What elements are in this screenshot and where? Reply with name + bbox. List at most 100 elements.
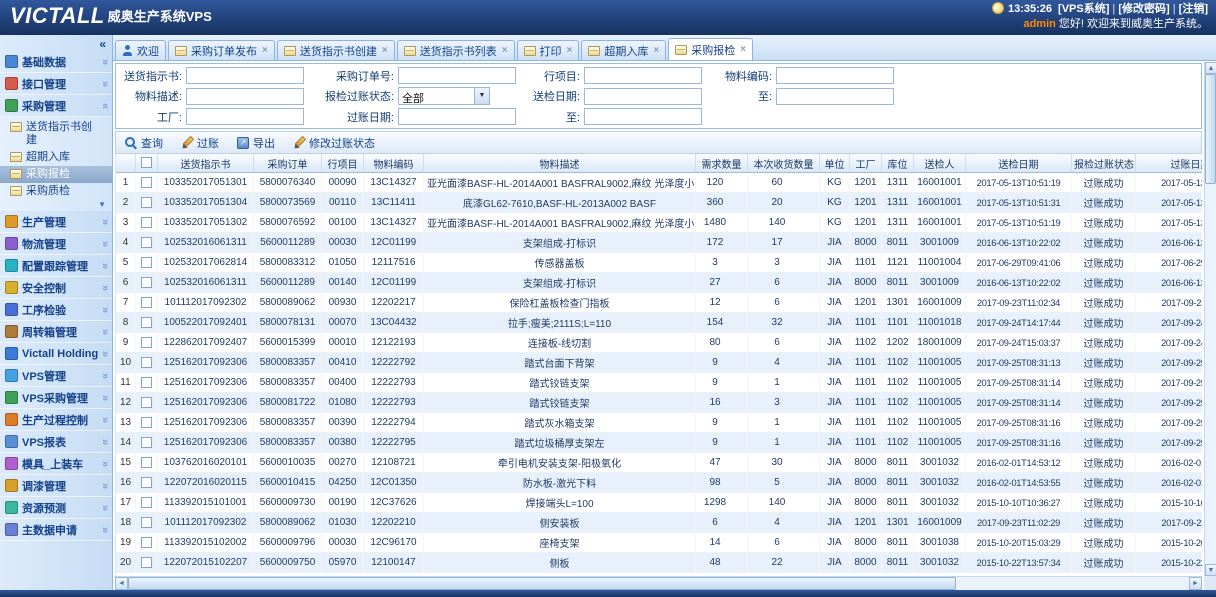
row-checkbox[interactable] xyxy=(141,377,152,388)
filter-input-r3c1[interactable] xyxy=(186,108,304,125)
column-header[interactable]: 报检过账状态 xyxy=(1072,154,1136,173)
table-row[interactable]: 20 1220720151022075600009750059701210014… xyxy=(116,553,1202,573)
row-checkbox[interactable] xyxy=(141,457,152,468)
filter-input-r1c1[interactable] xyxy=(186,67,304,84)
sidebar-item-6[interactable]: 安全控制 » xyxy=(0,277,112,299)
select-all-checkbox[interactable] xyxy=(141,157,152,168)
row-checkbox[interactable] xyxy=(141,177,152,188)
row-checkbox[interactable] xyxy=(141,297,152,308)
scroll-right-button[interactable]: ► xyxy=(1189,577,1202,590)
row-checkbox[interactable] xyxy=(141,237,152,248)
filter-input-r2c3[interactable] xyxy=(584,88,702,105)
sidebar-item-16[interactable]: 资源预测 » xyxy=(0,497,112,519)
table-row[interactable]: 6 10253201606131156000112890014012C01199… xyxy=(116,273,1202,293)
table-row[interactable]: 15 1037620160201015600010035002701210872… xyxy=(116,453,1202,473)
column-header[interactable]: 需求数量 xyxy=(696,154,748,173)
table-row[interactable]: 12 1251620170923065800081722010801222279… xyxy=(116,393,1202,413)
sidebar-item-3[interactable]: 生产管理 » xyxy=(0,211,112,233)
tab-close-icon[interactable]: × xyxy=(653,45,659,56)
column-header[interactable]: 送检人 xyxy=(914,154,966,173)
vertical-scroll-thumb[interactable] xyxy=(1205,74,1216,184)
row-checkbox[interactable] xyxy=(141,417,152,428)
row-checkbox[interactable] xyxy=(141,537,152,548)
horizontal-scroll-thumb[interactable] xyxy=(128,577,956,590)
row-checkbox[interactable] xyxy=(141,557,152,568)
sidebar-subitem-1[interactable]: 超期入库 xyxy=(0,149,112,166)
export-button[interactable]: 导出 xyxy=(234,134,278,152)
sidebar-item-0[interactable]: 基础数据 » xyxy=(0,51,112,73)
tab-close-icon[interactable]: × xyxy=(740,44,746,55)
table-row[interactable]: 19 11339201510200256000097960003012C9617… xyxy=(116,533,1202,553)
sidebar-item-10[interactable]: VPS管理 » xyxy=(0,365,112,387)
sidebar-item-17[interactable]: 主数据申请 » xyxy=(0,519,112,541)
sidebar-subitem-3[interactable]: 采购质检 xyxy=(0,183,112,200)
header-link-0[interactable]: [VPS系统] xyxy=(1058,3,1109,15)
tab-close-icon[interactable]: × xyxy=(567,45,573,56)
row-checkbox[interactable] xyxy=(141,317,152,328)
column-header[interactable]: 本次收货数量 xyxy=(748,154,820,173)
row-checkbox[interactable] xyxy=(141,437,152,448)
sidebar-scroll-down-icon[interactable]: ▼ xyxy=(0,200,112,211)
table-row[interactable]: 10 1251620170923065800083357004101222279… xyxy=(116,353,1202,373)
vertical-scroll-track[interactable] xyxy=(1205,74,1216,564)
column-header[interactable]: 物料编码 xyxy=(364,154,424,173)
tab-3[interactable]: 送货指示书列表× xyxy=(397,40,515,60)
tab-5[interactable]: 超期入库× xyxy=(581,40,666,60)
tab-close-icon[interactable]: × xyxy=(262,45,268,56)
row-checkbox[interactable] xyxy=(141,257,152,268)
sidebar-item-2[interactable]: 采购管理 « xyxy=(0,95,112,117)
scroll-up-button[interactable]: ▲ xyxy=(1205,62,1216,74)
sidebar-item-4[interactable]: 物流管理 » xyxy=(0,233,112,255)
filter-select[interactable]: 全部▼ xyxy=(398,87,490,105)
modify-posting-status-button[interactable]: 修改过账状态 xyxy=(290,134,378,152)
row-checkbox[interactable] xyxy=(141,337,152,348)
header-link-1[interactable]: [修改密码] xyxy=(1118,3,1169,15)
sidebar-collapse-button[interactable]: « xyxy=(0,35,112,51)
filter-input-r3c2[interactable] xyxy=(398,108,516,125)
sidebar-item-13[interactable]: VPS报表 » xyxy=(0,431,112,453)
header-link-2[interactable]: [注销] xyxy=(1179,3,1208,15)
sidebar-subitem-0[interactable]: 送货指示书创建 xyxy=(0,119,112,149)
table-row[interactable]: 13 1251620170923065800083357003901222279… xyxy=(116,413,1202,433)
vertical-scrollbar[interactable]: ▲ ▼ xyxy=(1204,62,1216,576)
tab-close-icon[interactable]: × xyxy=(382,45,388,56)
row-checkbox[interactable] xyxy=(141,517,152,528)
column-header[interactable]: 过账日期 xyxy=(1136,154,1202,173)
filter-input-r1c4[interactable] xyxy=(776,67,894,84)
search-button[interactable]: 查询 xyxy=(122,134,166,152)
column-header[interactable]: 单位 xyxy=(820,154,850,173)
sidebar-subitem-2[interactable]: 采购报检 xyxy=(0,166,112,183)
tab-2[interactable]: 送货指示书创建× xyxy=(277,40,395,60)
tab-close-icon[interactable]: × xyxy=(502,45,508,56)
sidebar-item-15[interactable]: 调漆管理 » xyxy=(0,475,112,497)
filter-input-r3c3[interactable] xyxy=(584,108,702,125)
filter-input-r2c1[interactable] xyxy=(186,88,304,105)
column-header[interactable]: 采购订单 xyxy=(254,154,322,173)
filter-input-r2c4[interactable] xyxy=(776,88,894,105)
row-checkbox[interactable] xyxy=(141,217,152,228)
table-row[interactable]: 18 1011120170923025800089062010301220221… xyxy=(116,513,1202,533)
table-row[interactable]: 11 1251620170923065800083357004001222279… xyxy=(116,373,1202,393)
table-row[interactable]: 8 10052201709240158000781310007013C04432… xyxy=(116,313,1202,333)
column-header[interactable]: 送货指示书 xyxy=(158,154,254,173)
sidebar-item-12[interactable]: 生产过程控制 » xyxy=(0,409,112,431)
filter-input-r1c2[interactable] xyxy=(398,67,516,84)
table-row[interactable]: 1 10335201705130158000763400009013C14327… xyxy=(116,173,1202,193)
tab-0[interactable]: 欢迎 xyxy=(115,40,166,60)
column-header[interactable]: 送检日期 xyxy=(966,154,1072,173)
table-row[interactable]: 17 11339201510100156000097300019012C3762… xyxy=(116,493,1202,513)
sidebar-item-7[interactable]: 工序检验 » xyxy=(0,299,112,321)
table-row[interactable]: 16 12207201602011556000104150425012C0135… xyxy=(116,473,1202,493)
column-header[interactable]: 工厂 xyxy=(850,154,882,173)
column-header[interactable]: 行项目 xyxy=(322,154,364,173)
horizontal-scroll-track[interactable] xyxy=(128,577,1189,590)
horizontal-scrollbar[interactable]: ◄ ► xyxy=(115,576,1202,590)
table-row[interactable]: 14 1251620170923065800083357003801222279… xyxy=(116,433,1202,453)
sidebar-item-11[interactable]: VPS采购管理 » xyxy=(0,387,112,409)
column-header[interactable]: 库位 xyxy=(882,154,914,173)
sidebar-item-5[interactable]: 配置跟踪管理 » xyxy=(0,255,112,277)
sidebar-item-8[interactable]: 周转箱管理 » xyxy=(0,321,112,343)
row-checkbox[interactable] xyxy=(141,357,152,368)
tab-4[interactable]: 打印× xyxy=(517,40,580,60)
row-checkbox[interactable] xyxy=(141,397,152,408)
